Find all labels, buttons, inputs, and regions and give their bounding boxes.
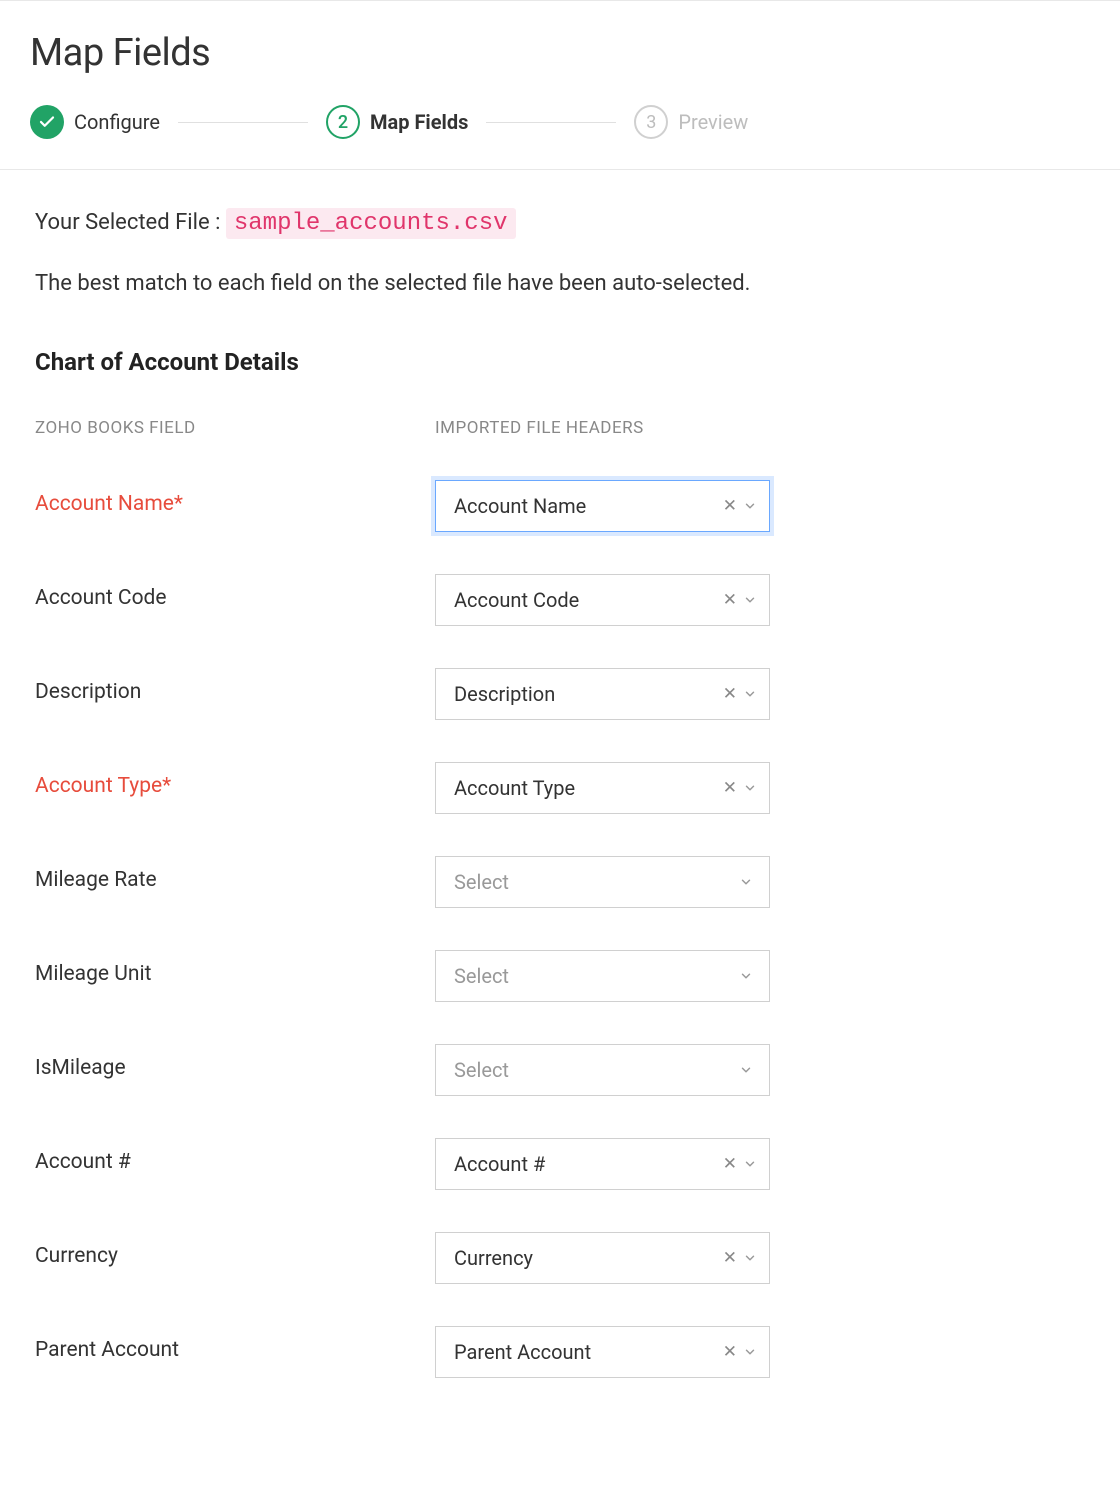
select-wrapper: Description ✕: [435, 668, 770, 720]
header-select[interactable]: Currency ✕: [435, 1232, 770, 1284]
chevron-down-icon[interactable]: [743, 776, 757, 800]
chevron-down-icon[interactable]: [743, 1246, 757, 1270]
column-headers: ZOHO BOOKS FIELD IMPORTED FILE HEADERS: [35, 418, 1090, 438]
chevron-down-icon[interactable]: [743, 494, 757, 518]
step-configure[interactable]: Configure: [30, 105, 160, 139]
select-value: Account Name: [454, 494, 586, 518]
select-wrapper: Select: [435, 856, 770, 908]
step-map-fields[interactable]: 2 Map Fields: [326, 105, 468, 139]
select-icons: ✕: [723, 1246, 757, 1270]
step-number: 3: [634, 105, 668, 139]
field-label: IsMileage: [35, 1044, 435, 1080]
field-label: Parent Account: [35, 1326, 435, 1362]
header-select[interactable]: Description ✕: [435, 668, 770, 720]
select-value: Select: [454, 964, 509, 988]
select-icons: [739, 964, 753, 988]
header-select[interactable]: Account Type ✕: [435, 762, 770, 814]
step-preview: 3 Preview: [634, 105, 748, 139]
clear-icon[interactable]: ✕: [723, 1344, 737, 1361]
clear-icon[interactable]: ✕: [723, 498, 737, 515]
field-label: Account Code: [35, 574, 435, 610]
field-label: Description: [35, 668, 435, 704]
clear-icon[interactable]: ✕: [723, 1156, 737, 1173]
field-row: IsMileage Select: [35, 1044, 1090, 1096]
column-header-left: ZOHO BOOKS FIELD: [35, 418, 435, 438]
select-value: Description: [454, 682, 555, 706]
chevron-down-icon[interactable]: [739, 1058, 753, 1082]
select-icons: ✕: [723, 776, 757, 800]
select-wrapper: Select: [435, 1044, 770, 1096]
chevron-down-icon[interactable]: [743, 682, 757, 706]
select-icons: ✕: [723, 1340, 757, 1364]
select-wrapper: Account Name ✕: [435, 480, 770, 532]
header-select[interactable]: Account Name ✕: [435, 480, 770, 532]
select-icons: ✕: [723, 682, 757, 706]
step-connector: [486, 122, 616, 123]
select-value: Parent Account: [454, 1340, 591, 1364]
field-label: Account Name*: [35, 480, 435, 516]
select-value: Select: [454, 1058, 509, 1082]
selected-file-name: sample_accounts.csv: [226, 208, 516, 239]
field-label: Mileage Unit: [35, 950, 435, 986]
select-wrapper: Currency ✕: [435, 1232, 770, 1284]
chevron-down-icon[interactable]: [743, 1152, 757, 1176]
clear-icon[interactable]: ✕: [723, 780, 737, 797]
select-value: Account Code: [454, 588, 579, 612]
select-wrapper: Account Type ✕: [435, 762, 770, 814]
step-label: Configure: [74, 110, 160, 134]
field-row: Description Description ✕: [35, 668, 1090, 720]
header-select[interactable]: Select: [435, 1044, 770, 1096]
select-icons: [739, 870, 753, 894]
clear-icon[interactable]: ✕: [723, 1250, 737, 1267]
select-icons: [739, 1058, 753, 1082]
description-text: The best match to each field on the sele…: [35, 267, 1090, 300]
select-icons: ✕: [723, 494, 757, 518]
field-row: Parent Account Parent Account ✕: [35, 1326, 1090, 1378]
select-value: Select: [454, 870, 509, 894]
field-label: Currency: [35, 1232, 435, 1268]
select-icons: ✕: [723, 588, 757, 612]
chevron-down-icon[interactable]: [739, 964, 753, 988]
select-icons: ✕: [723, 1152, 757, 1176]
step-label: Preview: [678, 110, 748, 134]
select-wrapper: Select: [435, 950, 770, 1002]
chevron-down-icon[interactable]: [739, 870, 753, 894]
selected-file-row: Your Selected File : sample_accounts.csv: [35, 210, 1090, 237]
page-title: Map Fields: [30, 31, 1090, 75]
clear-icon[interactable]: ✕: [723, 592, 737, 609]
stepper: Configure 2 Map Fields 3 Preview: [0, 105, 1120, 169]
field-row: Currency Currency ✕: [35, 1232, 1090, 1284]
select-value: Account #: [454, 1152, 545, 1176]
chevron-down-icon[interactable]: [743, 1340, 757, 1364]
section-title: Chart of Account Details: [35, 348, 1090, 376]
chevron-down-icon[interactable]: [743, 588, 757, 612]
field-row: Mileage Rate Select: [35, 856, 1090, 908]
header-select[interactable]: Parent Account ✕: [435, 1326, 770, 1378]
header-select[interactable]: Account Code ✕: [435, 574, 770, 626]
select-wrapper: Account Code ✕: [435, 574, 770, 626]
select-value: Currency: [454, 1246, 533, 1270]
check-icon: [30, 105, 64, 139]
step-connector: [178, 122, 308, 123]
field-row: Account Name* Account Name ✕: [35, 480, 1090, 532]
field-label: Account #: [35, 1138, 435, 1174]
select-value: Account Type: [454, 776, 575, 800]
header-select[interactable]: Select: [435, 950, 770, 1002]
field-row: Account Code Account Code ✕: [35, 574, 1090, 626]
clear-icon[interactable]: ✕: [723, 686, 737, 703]
field-row: Account # Account # ✕: [35, 1138, 1090, 1190]
field-label: Mileage Rate: [35, 856, 435, 892]
step-number: 2: [326, 105, 360, 139]
field-label: Account Type*: [35, 762, 435, 798]
select-wrapper: Parent Account ✕: [435, 1326, 770, 1378]
select-wrapper: Account # ✕: [435, 1138, 770, 1190]
field-row: Mileage Unit Select: [35, 950, 1090, 1002]
field-row: Account Type* Account Type ✕: [35, 762, 1090, 814]
column-header-right: IMPORTED FILE HEADERS: [435, 418, 1090, 438]
header-select[interactable]: Select: [435, 856, 770, 908]
header-select[interactable]: Account # ✕: [435, 1138, 770, 1190]
step-label: Map Fields: [370, 110, 468, 134]
selected-file-prefix: Your Selected File :: [35, 210, 226, 235]
